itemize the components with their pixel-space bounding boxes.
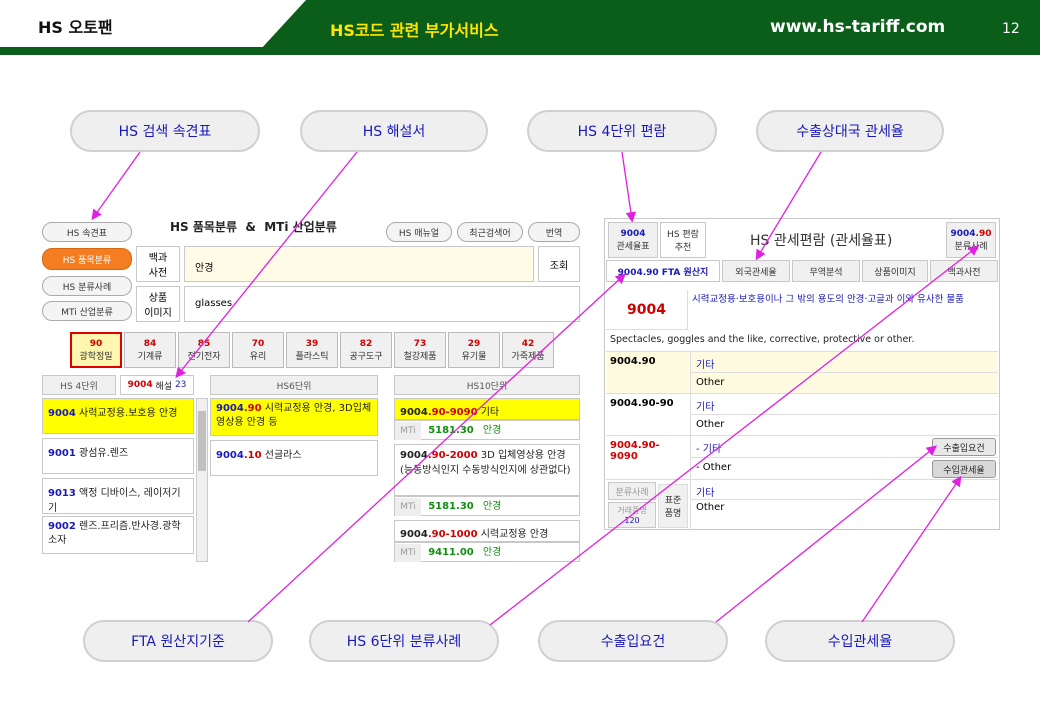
arrow-hs-commentary <box>175 151 358 379</box>
arrow-import-tariff <box>861 475 962 623</box>
arrow-hs6-cases <box>489 245 980 626</box>
arrow-requirements <box>715 445 938 623</box>
arrow-fta-origin <box>247 273 626 623</box>
arrow-hs4-manual <box>621 151 637 223</box>
callout-arrows <box>91 151 980 626</box>
arrow-export-tariff <box>755 151 822 261</box>
arrow-hs-search <box>91 151 141 221</box>
